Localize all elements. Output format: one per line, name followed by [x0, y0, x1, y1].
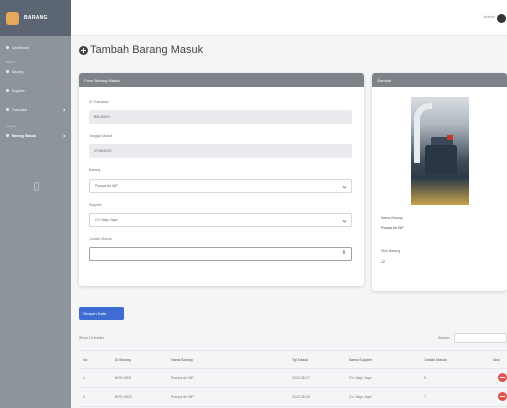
sidebar-item-transaksi[interactable]: Transaksi — [0, 104, 71, 115]
barang-label: Barang — [89, 168, 101, 172]
sidebar-item-label: Dashboard — [12, 45, 30, 50]
table-header-row: No ID Barang Nama Barang Tgl Masuk Nama … — [79, 350, 507, 369]
sidebar-heading-laporan: Laporan — [0, 121, 71, 130]
form-card: Form Barang Masuk ID Transaksi BM-00001 … — [79, 73, 364, 286]
nama-barang-label: Nama Barang — [381, 216, 403, 220]
page-title: Tambah Barang Masuk — [79, 44, 203, 56]
nama-barang-value: Pompa Air WP — [381, 226, 404, 230]
save-button[interactable]: Simpan Data — [79, 307, 124, 320]
number-spinner-icon[interactable]: ⇕ — [342, 251, 346, 256]
photo-card: Gambar Nama Barang Pompa Air WP Stok Bar… — [372, 73, 507, 291]
search-input[interactable] — [454, 333, 507, 343]
tanggal-masuk-field: 27/08/2022 — [89, 144, 352, 158]
column-header-supplier[interactable]: Nama Supplier — [349, 358, 372, 362]
truck-icon — [6, 89, 9, 92]
sidebar-item-supplier[interactable]: Supplier — [0, 85, 71, 96]
column-header-aksi: Aksi — [493, 358, 500, 362]
sidebar-item-barang[interactable]: Barang — [0, 66, 71, 77]
sidebar-heading-master: Master — [0, 57, 71, 66]
column-header-jumlah[interactable]: Jumlah Masuk — [424, 358, 447, 362]
jumlah-masuk-label: Jumlah Masuk — [89, 237, 112, 241]
table-cell: Pompa Air WP — [171, 395, 194, 399]
column-header-nama[interactable]: Nama Barang — [171, 358, 193, 362]
column-header-no[interactable]: No — [83, 358, 87, 362]
delete-icon[interactable] — [498, 373, 507, 382]
table-cell: 2022-08-28 — [292, 395, 310, 399]
table-cell: 7 — [424, 395, 426, 399]
table-cell: BRG-0001 — [115, 376, 132, 380]
chevron-right-icon — [62, 108, 66, 111]
box-icon — [6, 70, 9, 73]
table-cell: 2 — [83, 395, 85, 399]
avatar[interactable] — [497, 14, 506, 23]
id-transaksi-field: BM-00001 — [89, 110, 352, 124]
tanggal-masuk-value: 27/08/2022 — [94, 149, 112, 153]
id-transaksi-value: BM-00001 — [94, 115, 111, 119]
brand-logo-icon — [6, 11, 19, 25]
table-cell: CV. Maju Jaya — [349, 395, 372, 399]
barang-select[interactable]: Pompa Air WP — [89, 179, 352, 193]
exchange-icon — [6, 108, 9, 111]
search-label: Search: — [438, 336, 451, 340]
table-cell: CV. Maju Jaya — [349, 376, 372, 380]
table-row: 1 BRG-0001 Pompa Air WP 2022-08-27 CV. M… — [79, 369, 507, 388]
tanggal-masuk-label: Tanggal Masuk — [89, 134, 113, 138]
data-table: No ID Barang Nama Barang Tgl Masuk Nama … — [79, 350, 507, 407]
barang-select-value: Pompa Air WP — [95, 184, 118, 188]
chevron-down-icon — [342, 184, 347, 189]
brand[interactable]: BARANG — [0, 0, 71, 36]
photo-switch — [447, 135, 453, 140]
sidebar-heading-label: Master — [6, 59, 16, 64]
brand-text: BARANG — [24, 15, 48, 21]
column-header-tgl[interactable]: Tgl Masuk — [292, 358, 308, 362]
photo-motor — [425, 145, 457, 175]
sidebar-item-barang-masuk[interactable]: Barang Masuk — [0, 130, 71, 141]
sidebar: BARANG Dashboard Master Barang Supplier … — [0, 0, 71, 408]
file-icon — [6, 134, 9, 137]
sidebar-item-dashboard[interactable]: Dashboard — [0, 42, 71, 53]
topbar: Admin — [71, 0, 507, 36]
table-cell: 2022-08-27 — [292, 376, 310, 380]
supplier-select[interactable]: CV. Maju Jaya — [89, 213, 352, 227]
product-photo — [411, 97, 469, 205]
column-header-id[interactable]: ID Barang — [115, 358, 131, 362]
chevron-down-icon — [342, 218, 347, 223]
table-cell: 1 — [83, 376, 85, 380]
table-cell: BRG-0002 — [115, 395, 132, 399]
sidebar-heading-label: Laporan — [6, 123, 18, 128]
supplier-label: Supplier — [89, 203, 102, 207]
user-name[interactable]: Admin — [484, 14, 495, 19]
sidebar-item-label: Barang Masuk — [12, 133, 36, 138]
sidebar-toggle-icon[interactable] — [34, 182, 39, 191]
save-button-label: Simpan Data — [83, 311, 107, 316]
id-transaksi-label: ID Transaksi — [89, 100, 109, 104]
delete-icon[interactable] — [498, 392, 507, 401]
table-row: 2 BRG-0002 Pompa Air WP 2022-08-28 CV. M… — [79, 388, 507, 407]
sidebar-item-label: Transaksi — [12, 107, 28, 112]
table-cell: 5 — [424, 376, 426, 380]
show-entries[interactable]: Show 10 entries — [79, 336, 104, 340]
stok-barang-value: 12 — [381, 260, 385, 264]
plus-circle-icon — [79, 45, 88, 55]
photo-card-header: Gambar — [372, 73, 507, 87]
sidebar-item-label: Barang — [12, 69, 24, 74]
page-title-text: Tambah Barang Masuk — [90, 44, 204, 56]
supplier-select-value: CV. Maju Jaya — [95, 218, 118, 222]
chevron-right-icon — [62, 134, 66, 137]
table-cell: Pompa Air WP — [171, 376, 194, 380]
sidebar-item-label: Supplier — [12, 88, 25, 93]
stok-barang-label: Stok Barang — [381, 249, 401, 253]
form-card-header: Form Barang Masuk — [79, 73, 364, 87]
jumlah-masuk-input[interactable]: ⇕ — [89, 247, 352, 261]
dashboard-icon — [6, 46, 9, 49]
